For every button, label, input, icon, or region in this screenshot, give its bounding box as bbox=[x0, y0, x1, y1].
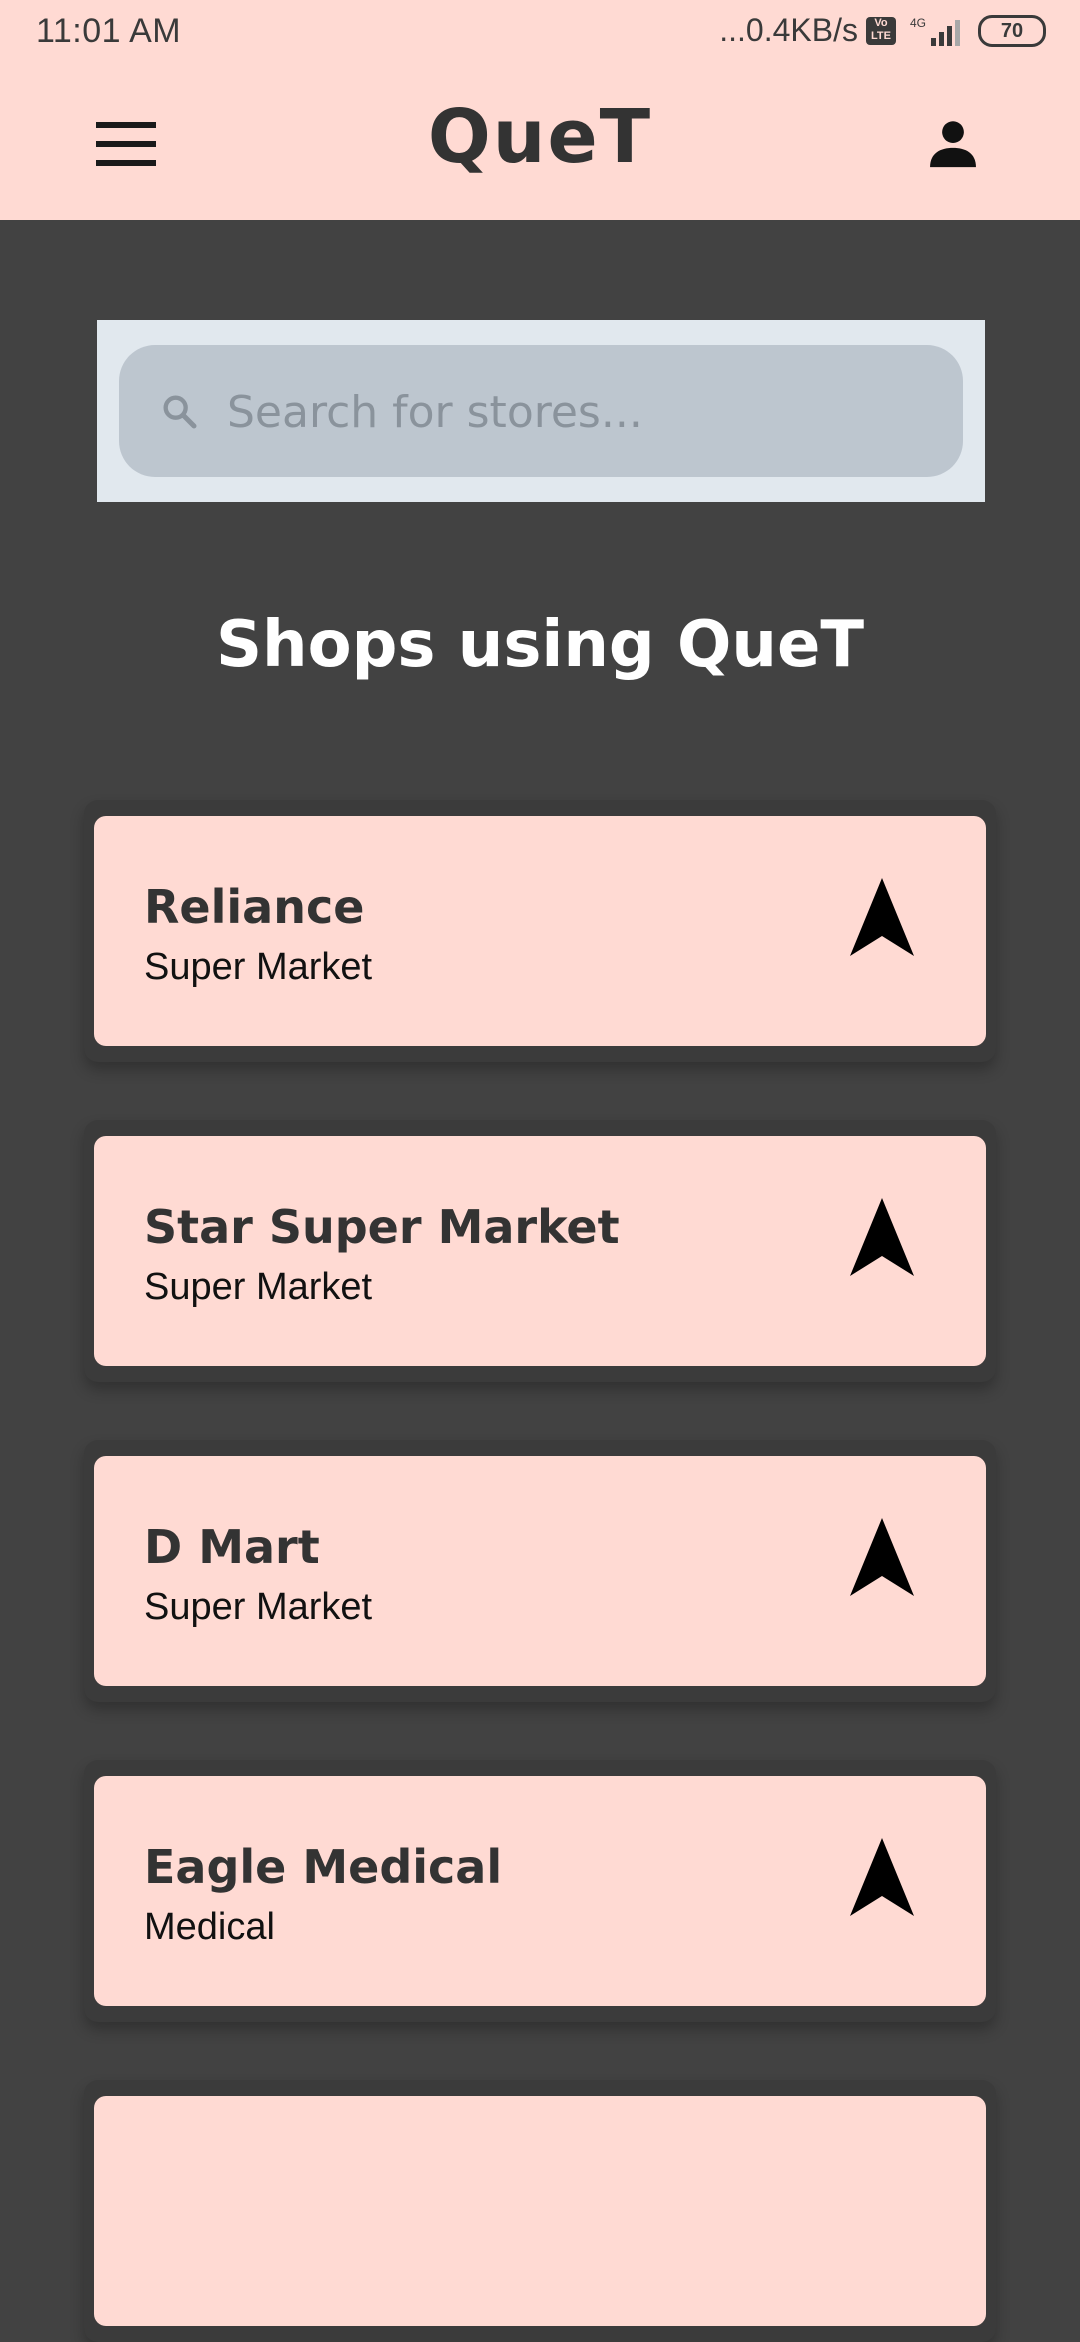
section-title: Shops using QueT bbox=[215, 608, 865, 682]
list-item: Eagle Medical Medical bbox=[84, 1760, 996, 2022]
search-input[interactable] bbox=[225, 371, 929, 453]
app-bar: QueT bbox=[0, 66, 1080, 220]
status-indicators: ...0.4KB/s Vo LTE 4G 70 bbox=[719, 12, 1046, 49]
battery-icon: 70 bbox=[978, 14, 1046, 47]
profile-button[interactable] bbox=[924, 114, 982, 172]
search-icon bbox=[163, 395, 197, 429]
main-content: Shops using QueT Reliance Super Market S… bbox=[0, 220, 1080, 2342]
shop-name: Star Super Market bbox=[144, 1200, 620, 1254]
list-item: D Mart Super Market bbox=[84, 1440, 996, 1702]
network-speed: ...0.4KB/s bbox=[719, 12, 858, 48]
shop-name: D Mart bbox=[144, 1520, 320, 1574]
shop-category: Super Market bbox=[144, 946, 373, 988]
status-time: 11:01 AM bbox=[36, 12, 182, 50]
search-panel bbox=[97, 320, 985, 502]
shop-category: Super Market bbox=[144, 1586, 373, 1628]
list-item bbox=[84, 2080, 996, 2342]
navigation-arrow-icon[interactable] bbox=[850, 1198, 914, 1282]
status-bar: 11:01 AM ...0.4KB/s Vo LTE 4G 70 bbox=[0, 0, 1080, 66]
shop-card[interactable]: Eagle Medical Medical bbox=[94, 1776, 986, 2006]
network-type: 4G bbox=[909, 15, 926, 30]
shop-card[interactable]: Reliance Super Market bbox=[94, 816, 986, 1046]
person-icon bbox=[930, 121, 976, 168]
shop-card[interactable]: D Mart Super Market bbox=[94, 1456, 986, 1686]
navigation-arrow-icon[interactable] bbox=[850, 878, 914, 962]
shop-list: Reliance Super Market Star Super Market … bbox=[84, 800, 996, 2342]
app-title: QueT bbox=[427, 94, 653, 180]
shop-category: Super Market bbox=[144, 1266, 373, 1308]
list-item: Star Super Market Super Market bbox=[84, 1120, 996, 1382]
signal-icon: 4G bbox=[910, 16, 960, 46]
navigation-arrow-icon[interactable] bbox=[850, 1518, 914, 1602]
shop-name: Reliance bbox=[144, 880, 365, 934]
volte-icon: Vo LTE bbox=[865, 16, 896, 45]
shop-card[interactable]: Star Super Market Super Market bbox=[94, 1136, 986, 1366]
search-box[interactable] bbox=[119, 345, 963, 477]
shop-category: Medical bbox=[144, 1906, 275, 1948]
shop-name: Eagle Medical bbox=[144, 1840, 503, 1894]
navigation-arrow-icon[interactable] bbox=[850, 1838, 914, 1922]
shop-card[interactable] bbox=[94, 2096, 986, 2326]
list-item: Reliance Super Market bbox=[84, 800, 996, 1062]
